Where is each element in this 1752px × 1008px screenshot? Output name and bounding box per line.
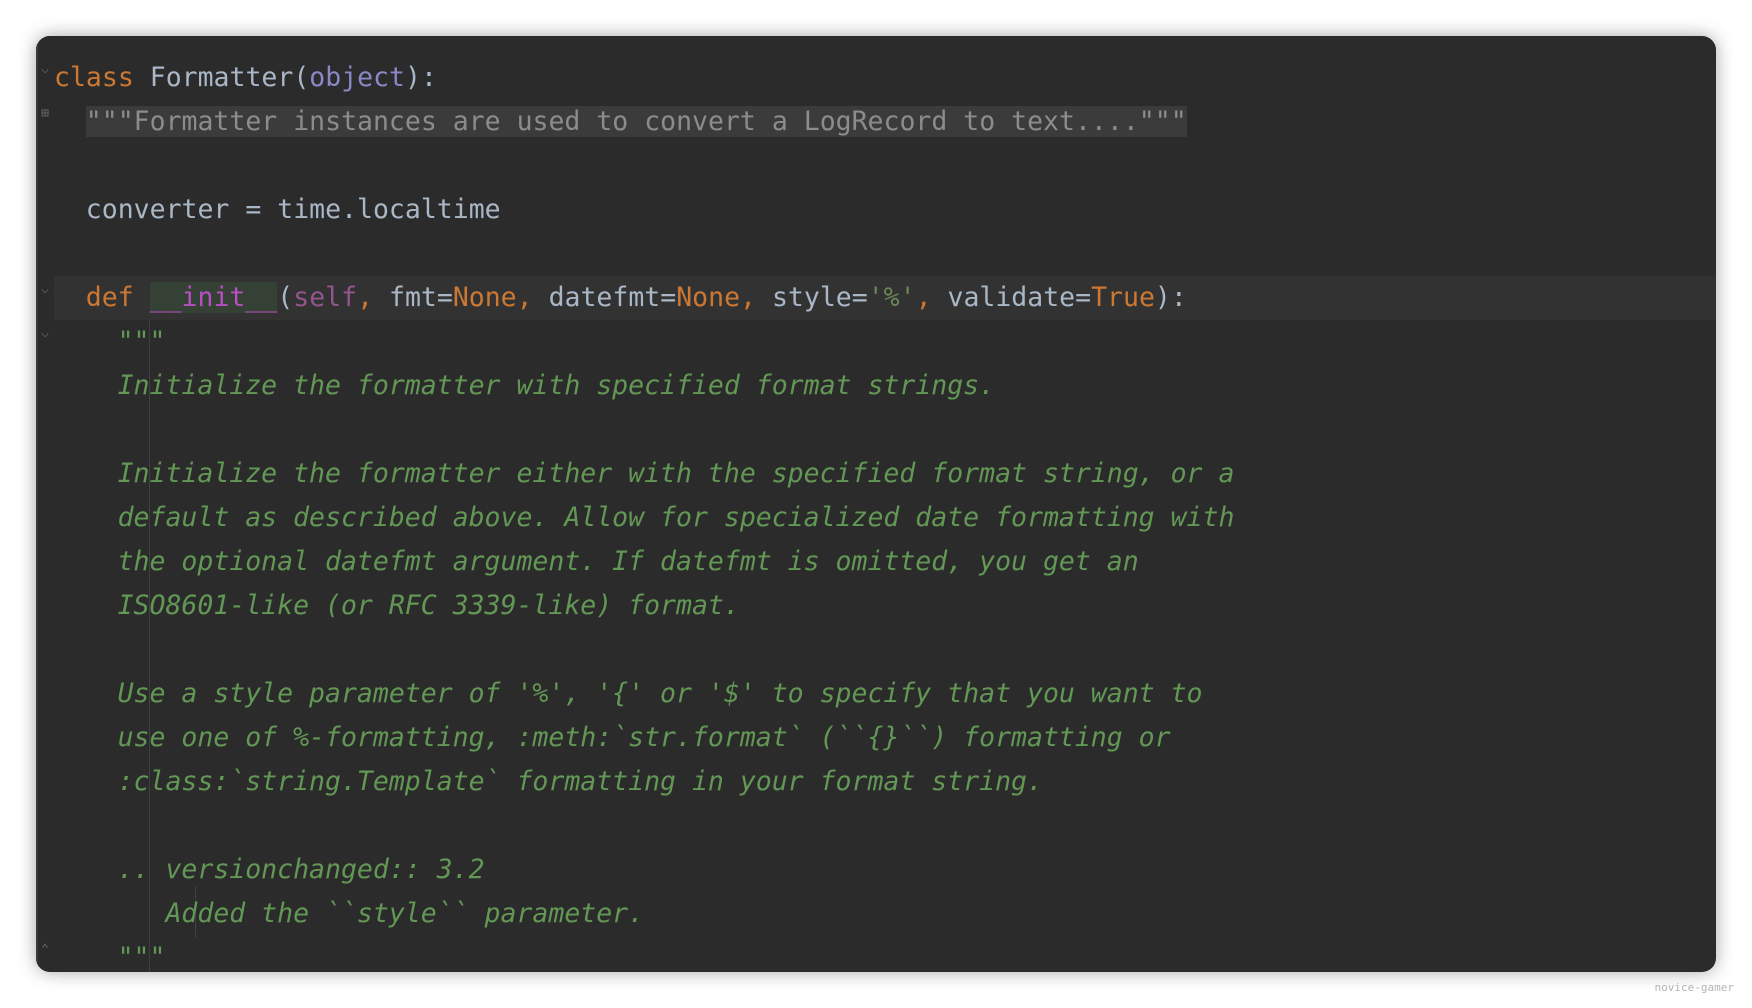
code-token: __init__ [149,282,278,313]
code-token: object [309,62,406,93]
code-token: """ [117,942,166,972]
code-token: Use a style parameter of '%', '{' or '$'… [117,678,1203,709]
code-token: datefmt= [548,282,677,313]
code-line[interactable]: Added the ``style`` parameter. [54,892,1716,936]
code-line[interactable]: def __init__(self, fmt=None, datefmt=Non… [54,276,1716,320]
code-line[interactable]: Initialize the formatter with specified … [54,364,1716,408]
code-token: Initialize the formatter either with the… [117,458,1235,489]
code-token: .. versionchanged:: 3.2 [117,854,485,885]
code-token: the optional datefmt argument. If datefm… [117,546,1139,577]
code-line[interactable]: Use a style parameter of '%', '{' or '$'… [54,672,1716,716]
code-token: default as described above. Allow for sp… [117,502,1235,533]
code-token: ( [277,282,294,313]
code-token: ): [405,62,437,93]
code-line[interactable] [54,232,1716,276]
code-line[interactable]: """ [54,320,1716,364]
code-token: class [54,62,150,93]
code-token: , [740,282,772,313]
code-line[interactable] [54,408,1716,452]
code-token: validate= [947,282,1092,313]
code-token: Added the ``style`` parameter. [117,898,645,929]
code-token: , [357,282,389,313]
gutter-border [36,36,38,972]
code-token: , [516,282,549,313]
code-token: Initialize the formatter with specified … [117,370,996,401]
code-line[interactable]: Initialize the formatter either with the… [54,452,1716,496]
fold-end-icon[interactable]: ⌃ [38,942,52,958]
code-line[interactable]: converter = time.localtime [54,188,1716,232]
code-token: , [915,282,948,313]
editor-gutter: ⌵ ⊞ ⌵ ⌵ ⌃ [36,36,54,972]
code-token: """ [117,326,166,357]
code-line[interactable]: use one of %-formatting, :meth:`str.form… [54,716,1716,760]
fold-collapse-icon[interactable]: ⌵ [38,282,52,298]
code-token: None [452,282,517,313]
code-token: ): [1154,282,1187,313]
code-line[interactable]: """Formatter instances are used to conve… [54,100,1716,144]
code-token: self [293,282,358,313]
code-line[interactable]: ISO8601-like (or RFC 3339-like) format. [54,584,1716,628]
code-line[interactable] [54,628,1716,672]
fold-collapse-icon[interactable]: ⌵ [38,62,52,78]
fold-collapse-icon[interactable]: ⌵ [38,326,52,342]
code-token: '%' [867,282,916,313]
code-line[interactable]: the optional datefmt argument. If datefm… [54,540,1716,584]
code-token: fmt= [388,282,453,313]
code-editor-window: ⌵ ⊞ ⌵ ⌵ ⌃ class Formatter(object): """For… [36,36,1716,972]
code-token: Formatter( [149,62,310,93]
code-token: style= [771,282,868,313]
code-line[interactable]: class Formatter(object): [54,56,1716,100]
code-line[interactable] [54,804,1716,848]
code-token: converter = time.localtime [85,194,501,225]
code-token: ISO8601-like (or RFC 3339-like) format. [117,590,740,621]
code-token: None [676,282,741,313]
fold-expand-icon[interactable]: ⊞ [38,106,52,122]
code-token: use one of %-formatting, :meth:`str.form… [117,722,1171,753]
code-area[interactable]: class Formatter(object): """Formatter ins… [54,36,1716,972]
code-line[interactable] [54,144,1716,188]
code-line[interactable]: :class:`string.Template` formatting in y… [54,760,1716,804]
code-token: """Formatter instances are used to conve… [85,106,1187,137]
code-token: def [85,282,150,313]
watermark: novice-gamer [1654,981,1734,994]
code-line[interactable]: """ [54,936,1716,972]
code-line[interactable]: .. versionchanged:: 3.2 [54,848,1716,892]
code-line[interactable]: default as described above. Allow for sp… [54,496,1716,540]
code-token: True [1091,282,1155,313]
code-token: :class:`string.Template` formatting in y… [117,766,1043,797]
